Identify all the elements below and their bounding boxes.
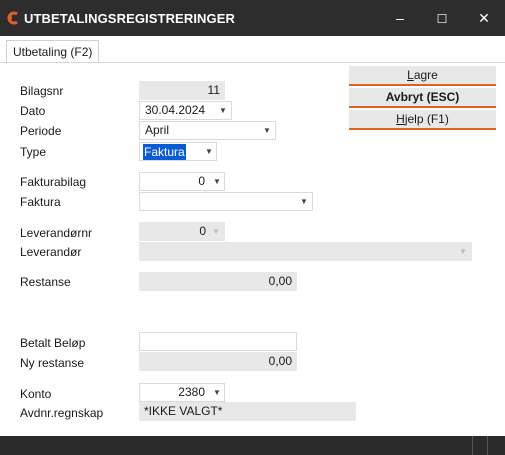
leverandornr-select: 0 ▼ — [139, 222, 225, 241]
save-accel-key: L — [407, 68, 414, 82]
leverandor-select: ▼ — [139, 242, 472, 261]
type-select[interactable]: Faktura ▼ — [139, 142, 217, 161]
cancel-button[interactable]: Avbryt (ESC) — [349, 88, 496, 108]
faktura-label: Faktura — [20, 195, 61, 209]
chevron-down-icon: ▼ — [212, 227, 220, 236]
help-label: jelp (F1) — [404, 112, 449, 126]
periode-label: Periode — [20, 124, 62, 138]
avdnr-regnskap-field: *IKKE VALGT* — [139, 402, 356, 421]
save-label: agre — [413, 68, 438, 82]
leverandornr-value: 0 — [199, 224, 206, 238]
leverandornr-label: Leverandørnr — [20, 226, 93, 240]
close-icon: ✕ — [478, 10, 490, 26]
app-logo-icon — [7, 11, 18, 25]
maximize-icon: ☐ — [436, 12, 448, 26]
chevron-down-icon: ▼ — [213, 388, 221, 397]
chevron-down-icon: ▼ — [263, 126, 271, 135]
konto-value: 2380 — [178, 385, 205, 399]
leverandor-label: Leverandør — [20, 245, 82, 259]
faktura-select[interactable]: ▼ — [139, 192, 313, 211]
periode-value: April — [145, 123, 170, 137]
chevron-down-icon: ▼ — [300, 197, 308, 206]
dato-value: 30.04.2024 — [145, 103, 206, 117]
type-value: Faktura — [143, 144, 186, 160]
betalt-belop-label: Betalt Beløp — [20, 336, 86, 350]
close-button[interactable]: ✕ — [463, 0, 505, 36]
chevron-down-icon: ▼ — [459, 247, 467, 256]
title-bar: UTBETALINGSREGISTRERINGER – ☐ ✕ — [0, 0, 505, 36]
window-title: UTBETALINGSREGISTRERINGER — [24, 11, 235, 26]
periode-select[interactable]: April ▼ — [139, 121, 276, 140]
konto-select[interactable]: 2380 ▼ — [139, 383, 225, 402]
dato-select[interactable]: 30.04.2024 ▼ — [139, 101, 232, 120]
tab-utbetaling[interactable]: Utbetaling (F2) — [6, 40, 99, 62]
ny-restanse-field: 0,00 — [139, 352, 297, 371]
avdnr-regnskap-label: Avdnr.regnskap — [20, 406, 104, 420]
fakturabilag-label: Fakturabilag — [20, 175, 87, 189]
bilagsnr-label: Bilagsnr — [20, 84, 64, 98]
chevron-down-icon: ▼ — [213, 177, 221, 186]
restanse-label: Restanse — [20, 275, 71, 289]
fakturabilag-select[interactable]: 0 ▼ — [139, 172, 225, 191]
chevron-down-icon: ▼ — [205, 147, 213, 156]
betalt-belop-input[interactable] — [139, 332, 297, 351]
bilagsnr-field: 11 — [139, 81, 225, 100]
minimize-icon: – — [396, 10, 404, 26]
restanse-field: 0,00 — [139, 272, 297, 291]
tab-strip: Utbetaling (F2) — [0, 36, 505, 63]
status-bar-divider — [487, 436, 488, 455]
save-button[interactable]: Lagre — [349, 66, 496, 86]
minimize-button[interactable]: – — [379, 0, 421, 36]
status-bar-divider — [472, 436, 473, 455]
chevron-down-icon: ▼ — [219, 106, 227, 115]
type-label: Type — [20, 145, 47, 159]
ny-restanse-label: Ny restanse — [20, 356, 85, 370]
help-button[interactable]: Hjelp (F1) — [349, 110, 496, 130]
dato-label: Dato — [20, 104, 46, 118]
status-bar — [0, 436, 505, 455]
fakturabilag-value: 0 — [198, 174, 205, 188]
maximize-button[interactable]: ☐ — [421, 0, 463, 36]
help-accel-key: H — [396, 112, 405, 126]
konto-label: Konto — [20, 387, 52, 401]
